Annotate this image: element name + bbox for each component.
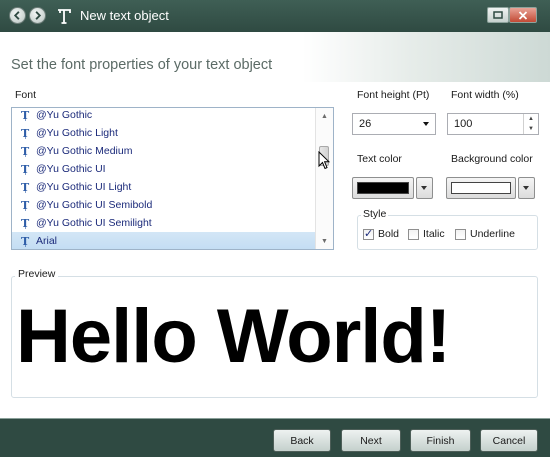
font-list-item[interactable]: T @Yu Gothic (12, 108, 317, 124)
font-type-icon: T (21, 162, 30, 176)
font-type-icon: T (21, 234, 30, 248)
font-list-item[interactable]: T @Yu Gothic Light (12, 124, 317, 142)
title-bar: New text object (0, 0, 550, 32)
text-color-swatch (357, 182, 409, 194)
font-list-scrollbar[interactable]: ▲ ▼ (315, 108, 333, 249)
font-width-spinner[interactable]: ▲ ▼ (523, 114, 538, 134)
window-title: New text object (80, 8, 169, 23)
checkbox-box[interactable] (408, 228, 419, 240)
text-object-icon (55, 6, 75, 26)
chevron-down-icon (423, 122, 429, 126)
preview-text: Hello World! (16, 294, 451, 379)
font-type-icon: T (21, 216, 30, 230)
background-color-button[interactable] (446, 177, 516, 199)
font-type-icon: T (21, 126, 30, 140)
font-height-dropdown[interactable]: 26 (352, 113, 436, 135)
back-nav-button[interactable] (9, 7, 26, 24)
italic-checkbox[interactable]: Italic (408, 228, 445, 240)
font-listbox[interactable]: T @Yu Gothic T @Yu Gothic Light T @Yu Go… (11, 107, 334, 250)
forward-nav-button[interactable] (29, 7, 46, 24)
text-color-label: Text color (357, 153, 402, 165)
checkbox-box[interactable] (455, 228, 466, 240)
arrow-left-icon (13, 11, 20, 20)
decrement-arrow-icon[interactable]: ▼ (524, 124, 538, 134)
font-list-item[interactable]: T @Yu Gothic Medium (12, 142, 317, 160)
cancel-button[interactable]: Cancel (480, 429, 538, 452)
font-list-item-selected[interactable]: T Arial (12, 232, 317, 249)
back-button[interactable]: Back (273, 429, 331, 452)
font-height-value: 26 (359, 118, 372, 130)
scroll-down-arrow-icon[interactable]: ▼ (316, 233, 333, 249)
font-type-icon: T (21, 180, 30, 194)
text-color-button[interactable] (352, 177, 414, 199)
close-icon (518, 10, 528, 20)
close-button[interactable] (509, 7, 537, 23)
font-type-icon: T (21, 144, 30, 158)
scroll-up-arrow-icon[interactable]: ▲ (316, 108, 333, 124)
finish-button[interactable]: Finish (410, 429, 471, 452)
arrow-right-icon (35, 11, 42, 20)
maximize-button[interactable] (487, 7, 509, 23)
background-color-swatch (451, 182, 511, 194)
font-type-icon: T (21, 108, 30, 122)
font-list-item[interactable]: T @Yu Gothic UI Light (12, 178, 317, 196)
underline-checkbox[interactable]: Underline (455, 228, 515, 240)
dialog-window: New text object Set the font properties … (0, 0, 550, 457)
font-list-item[interactable]: T @Yu Gothic UI Semibold (12, 196, 317, 214)
font-width-value: 100 (454, 118, 473, 130)
preview-label: Preview (15, 268, 59, 280)
background-color-dropdown-button[interactable] (518, 177, 535, 199)
background-color-label: Background color (451, 153, 533, 165)
font-width-label: Font width (%) (451, 89, 519, 101)
footer-divider (0, 418, 550, 419)
maximize-icon (493, 11, 503, 19)
font-width-stepper[interactable]: 100 ▲ ▼ (447, 113, 539, 135)
font-label: Font (15, 89, 37, 101)
style-label: Style (361, 208, 389, 220)
checkbox-box[interactable] (363, 227, 374, 240)
font-type-icon: T (21, 198, 30, 212)
mouse-cursor-icon (318, 151, 330, 170)
page-subtitle: Set the font properties of your text obj… (11, 57, 273, 73)
font-height-label: Font height (Pt) (357, 89, 430, 101)
next-button[interactable]: Next (341, 429, 401, 452)
text-color-dropdown-button[interactable] (416, 177, 433, 199)
font-list-item[interactable]: T @Yu Gothic UI (12, 160, 317, 178)
font-list-item[interactable]: T @Yu Gothic UI Semilight (12, 214, 317, 232)
increment-arrow-icon[interactable]: ▲ (524, 114, 538, 124)
bold-checkbox[interactable]: Bold (363, 227, 399, 240)
